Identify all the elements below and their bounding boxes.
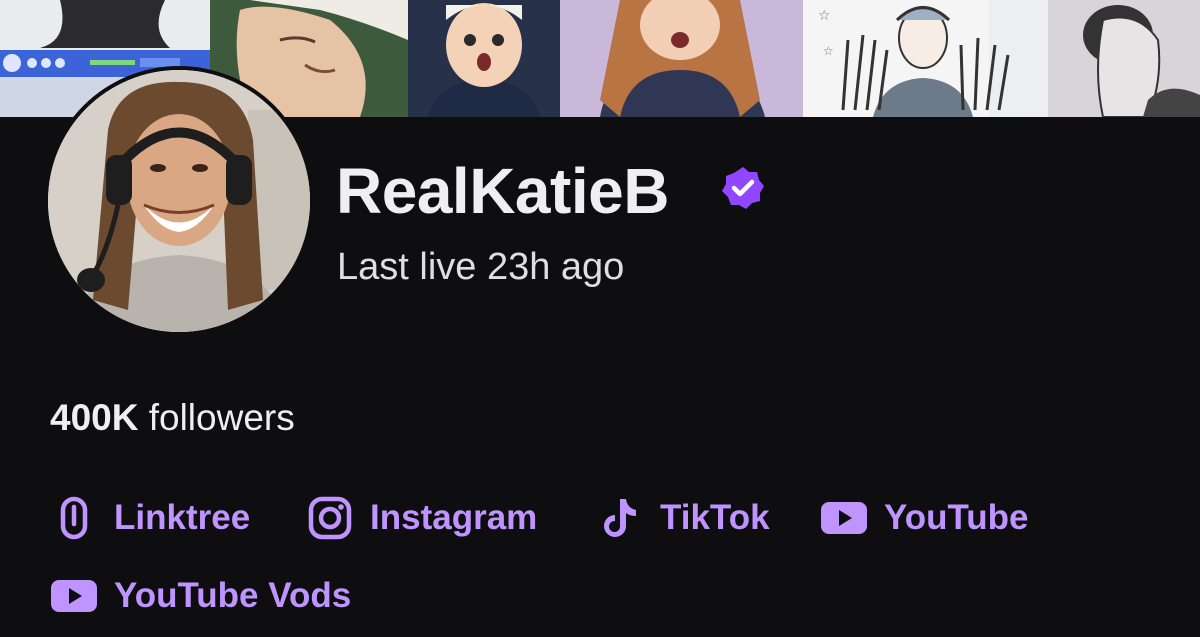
social-link-label: TikTok bbox=[660, 498, 770, 537]
tiktok-icon bbox=[596, 494, 644, 542]
social-link-label: Linktree bbox=[114, 498, 251, 537]
social-link-label: YouTube bbox=[884, 498, 1029, 537]
social-link-tiktok[interactable]: TikTok bbox=[596, 490, 770, 546]
followers-number: 400K bbox=[50, 397, 139, 438]
svg-text:☆: ☆ bbox=[818, 7, 831, 23]
social-link-label: YouTube Vods bbox=[114, 576, 352, 615]
social-link-instagram[interactable]: Instagram bbox=[306, 490, 537, 546]
channel-name[interactable]: RealKatieB bbox=[336, 155, 669, 227]
followers-count: 400K followers bbox=[50, 395, 295, 441]
social-link-youtube-vods[interactable]: YouTube Vods bbox=[50, 568, 351, 624]
banner-tile-portrait bbox=[1048, 0, 1200, 117]
followers-label: followers bbox=[148, 397, 295, 438]
linktree-icon bbox=[50, 494, 98, 542]
social-link-label: Instagram bbox=[370, 498, 538, 537]
channel-avatar[interactable] bbox=[48, 70, 310, 332]
verified-badge-icon bbox=[719, 164, 767, 212]
youtube-icon bbox=[50, 572, 98, 620]
instagram-icon bbox=[306, 494, 354, 542]
banner-tile-hands: ☆ ☆ ☆ bbox=[803, 0, 1048, 117]
banner-tile-girl bbox=[560, 0, 803, 117]
last-live-status: Last live 23h ago bbox=[337, 246, 625, 288]
svg-text:☆: ☆ bbox=[823, 44, 834, 58]
youtube-icon bbox=[820, 494, 868, 542]
social-link-linktree[interactable]: Linktree bbox=[50, 490, 250, 546]
social-link-youtube[interactable]: YouTube bbox=[820, 490, 1029, 546]
banner-tile-surprised bbox=[408, 0, 560, 117]
